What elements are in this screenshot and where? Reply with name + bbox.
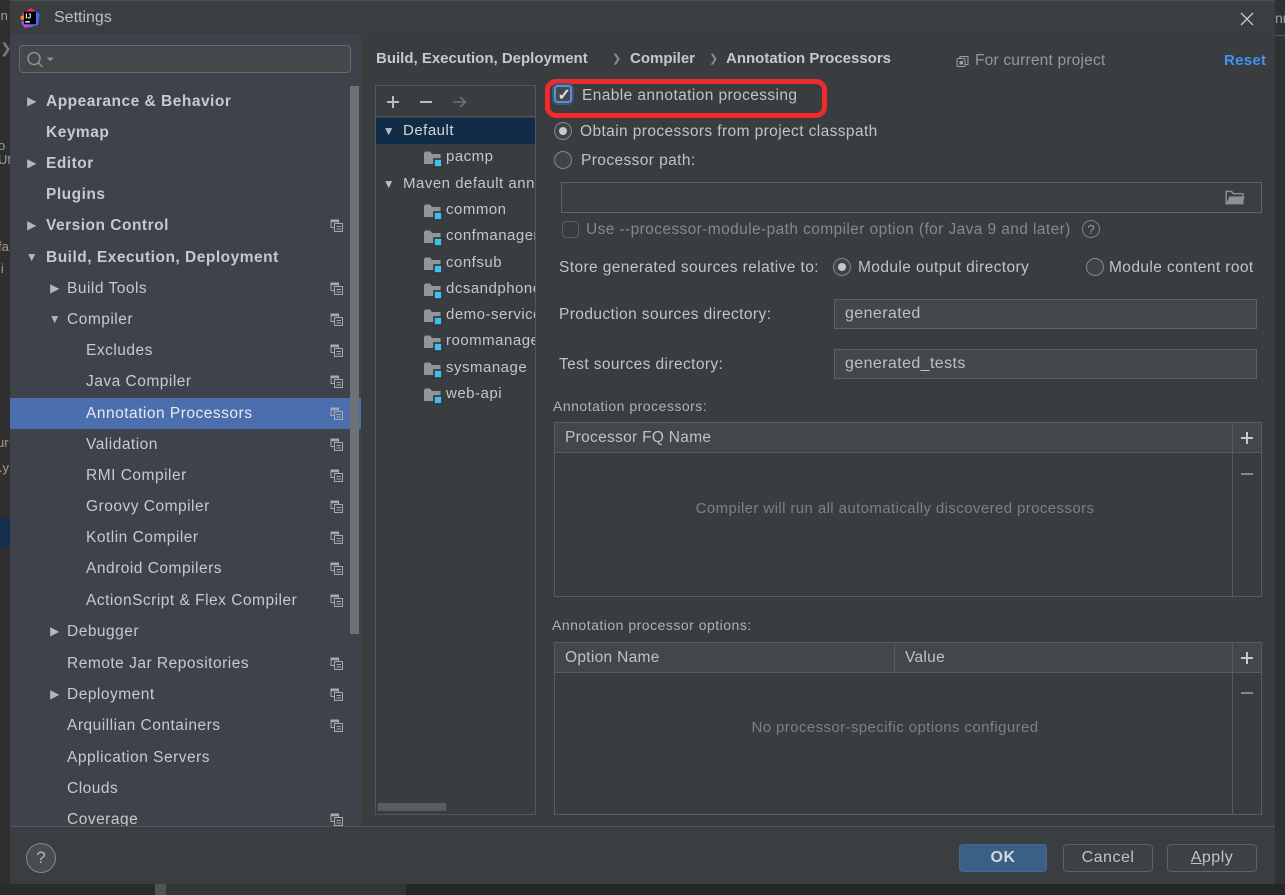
svg-text:IJ: IJ xyxy=(25,13,31,20)
